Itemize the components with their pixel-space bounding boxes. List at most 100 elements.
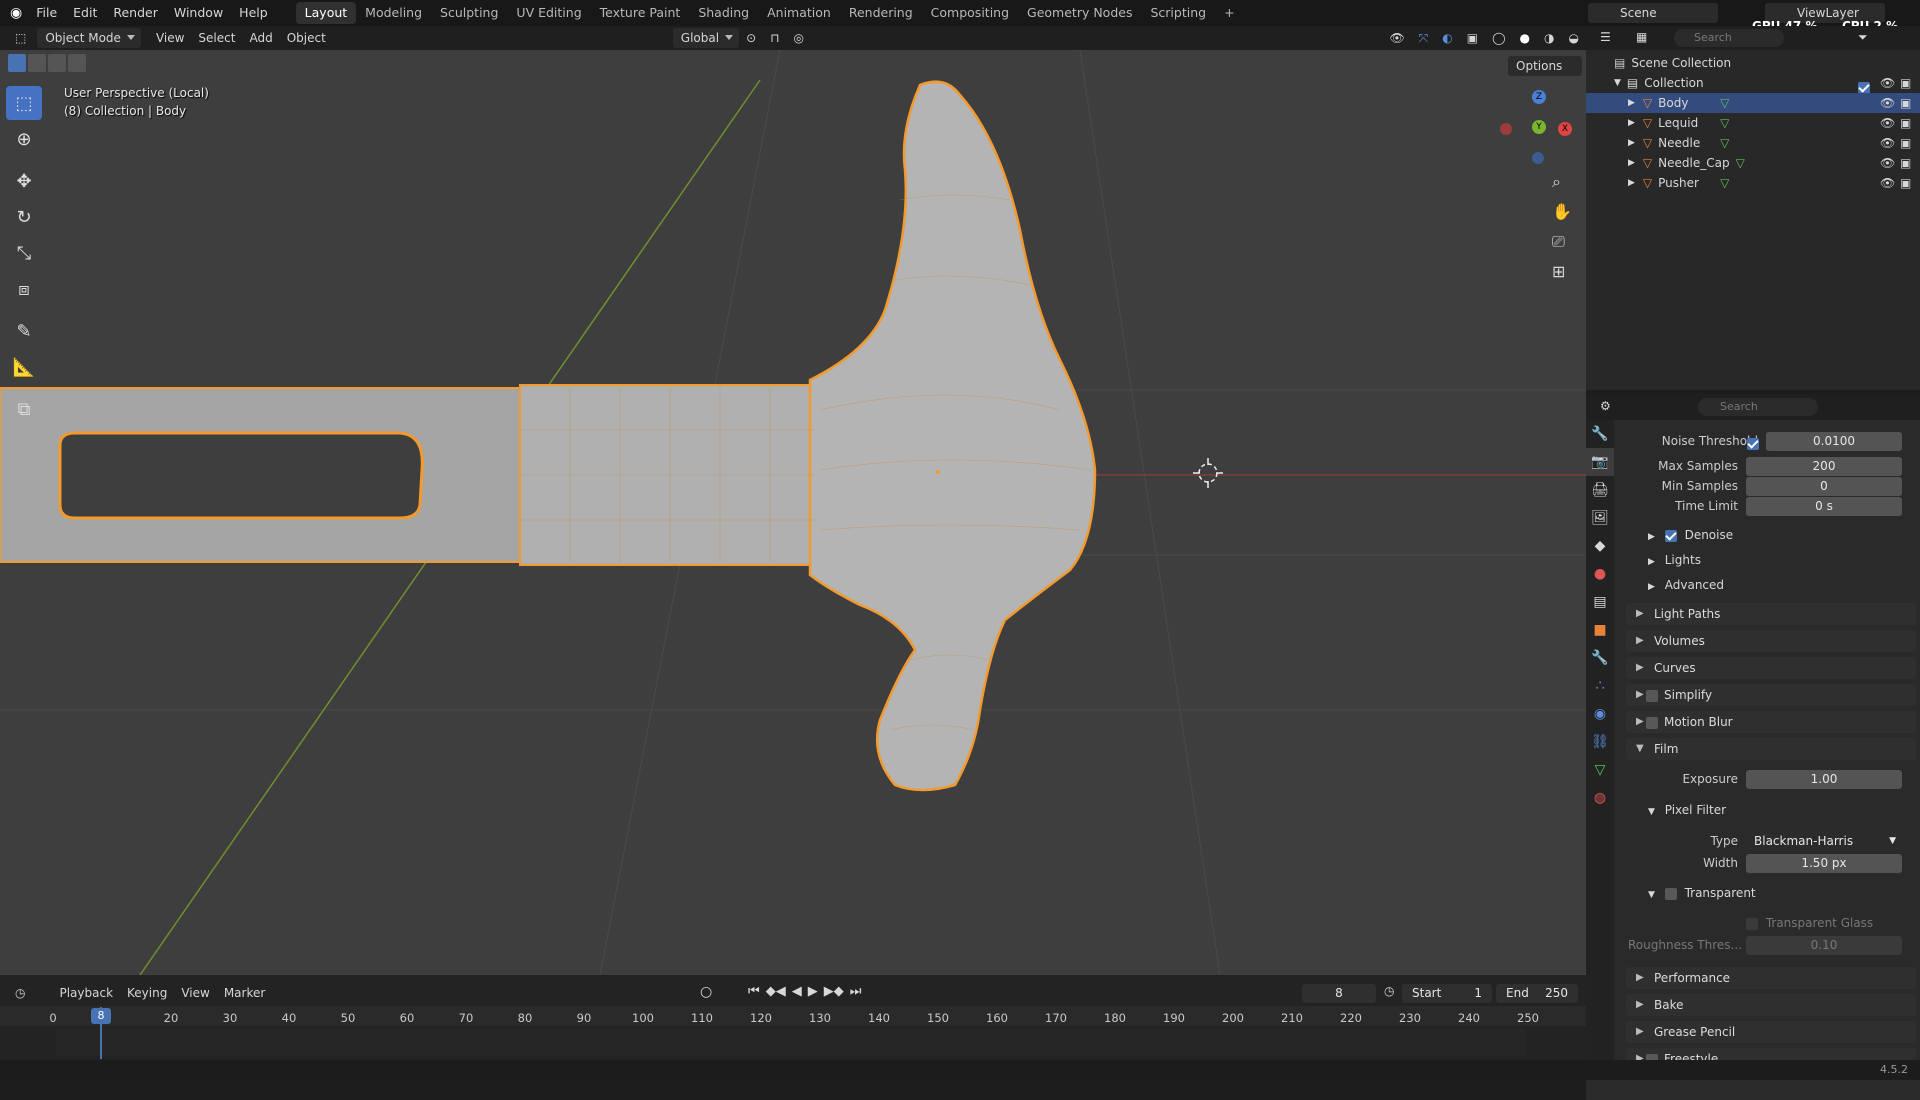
camera-icon[interactable]: ▣ — [1900, 73, 1911, 93]
proportional-edit-icon[interactable]: ◎ — [787, 28, 811, 48]
tab-modeling[interactable]: Modeling — [356, 2, 431, 24]
data-tab-icon[interactable]: ▽ — [1586, 756, 1614, 784]
annotate-tool-icon[interactable]: ✎ — [6, 314, 42, 348]
motion-blur-checkbox[interactable] — [1646, 716, 1658, 729]
playhead-frame-badge[interactable]: 8 — [91, 1008, 111, 1024]
visibility-icon[interactable]: 👁 — [1382, 28, 1411, 48]
roughness-threshold-field[interactable]: 0.10 — [1746, 936, 1902, 955]
select-mode-buttons[interactable] — [8, 54, 104, 72]
prev-keyframe-icon[interactable]: ◆◀ — [766, 984, 786, 999]
tab-geometry-nodes[interactable]: Geometry Nodes — [1018, 2, 1141, 24]
physics-tab-icon[interactable]: ◉ — [1586, 700, 1614, 728]
pan-hand-icon[interactable]: ✋ — [1552, 202, 1572, 221]
material-tab-icon[interactable]: ◍ — [1586, 784, 1614, 812]
xray-toggle-icon[interactable]: ▣ — [1460, 28, 1485, 48]
menu-playback[interactable]: Playback — [52, 983, 120, 1003]
select-subtract-icon[interactable] — [48, 54, 66, 72]
panel-film[interactable]: ▼ Film — [1626, 738, 1916, 760]
noise-threshold-field[interactable]: 0.0100 — [1766, 432, 1902, 451]
shading-solid-icon[interactable]: ● — [1513, 28, 1537, 48]
outliner-object-row[interactable]: ▶ ▽ Body ▽ 👁 ▣ — [1586, 93, 1920, 113]
camera-icon[interactable]: ▣ — [1900, 153, 1911, 173]
eye-icon[interactable]: 👁 — [1880, 73, 1895, 93]
menu-object[interactable]: Object — [280, 28, 333, 48]
panel-freestyle[interactable]: ▶ Freestyle — [1626, 1048, 1916, 1060]
tab-compositing[interactable]: Compositing — [922, 2, 1018, 24]
particles-tab-icon[interactable]: ∴ — [1586, 672, 1614, 700]
transparent-glass-row[interactable]: Transparent Glass — [1746, 916, 1873, 930]
rotate-tool-icon[interactable]: ↻ — [6, 200, 42, 234]
exposure-field[interactable]: 1.00 — [1746, 770, 1902, 789]
start-frame-field[interactable]: Start 1 — [1402, 984, 1492, 1003]
menu-timeline-view[interactable]: View — [174, 983, 216, 1003]
mesh-data-icon[interactable]: ▽ — [1720, 113, 1729, 133]
transparent-glass-checkbox[interactable] — [1746, 917, 1758, 930]
move-tool-icon[interactable]: ✥ — [6, 164, 42, 198]
properties-editor-icon[interactable]: ⚙ — [1600, 399, 1611, 413]
play-reverse-icon[interactable]: ◀ — [792, 984, 802, 999]
current-frame-field[interactable]: 8 — [1302, 984, 1376, 1003]
editor-type-icon[interactable]: ⬚ — [8, 28, 33, 48]
collection-tab-icon[interactable]: ▤ — [1586, 588, 1614, 616]
panel-bake[interactable]: ▶ Bake — [1626, 994, 1916, 1016]
transform-tool-icon[interactable]: ⧈ — [6, 272, 42, 306]
tab-rendering[interactable]: Rendering — [840, 2, 922, 24]
transparent-checkbox[interactable] — [1664, 887, 1677, 900]
timeline-editor-icon[interactable]: ◷ — [8, 983, 32, 1003]
time-limit-field[interactable]: 0 s — [1746, 497, 1902, 516]
menu-keying[interactable]: Keying — [120, 983, 174, 1003]
constraints-tab-icon[interactable]: ⛓ — [1586, 728, 1614, 756]
chevron-right-icon[interactable]: ▶ — [1628, 153, 1635, 173]
chevron-right-icon[interactable]: ▶ — [1628, 113, 1635, 133]
outliner-editor-icon[interactable]: ☰ — [1600, 30, 1611, 44]
tab-texture-paint[interactable]: Texture Paint — [591, 2, 690, 24]
autokey-icon[interactable]: ○ — [700, 984, 712, 1000]
tab-uv-editing[interactable]: UV Editing — [507, 2, 590, 24]
gizmo-z[interactable]: Z — [1532, 90, 1546, 104]
jump-start-icon[interactable]: ⏮ — [748, 984, 760, 999]
transparent-subpanel[interactable]: ▼ Transparent — [1648, 886, 1756, 900]
world-tab-icon[interactable]: ● — [1586, 560, 1614, 588]
select-extend-icon[interactable] — [28, 54, 46, 72]
filter-icon[interactable]: ⏷ — [1858, 30, 1868, 45]
panel-grease-pencil[interactable]: ▶ Grease Pencil — [1626, 1021, 1916, 1043]
orientation-dropdown[interactable]: Global — [672, 28, 740, 48]
mode-dropdown[interactable]: Object Mode — [37, 28, 141, 48]
jump-end-icon[interactable]: ⏭ — [850, 984, 862, 999]
filter-type-dropdown[interactable]: Blackman-Harris ▼ — [1746, 832, 1902, 851]
denoise-checkbox[interactable] — [1664, 529, 1677, 542]
select-box-tool-icon[interactable]: ⬚ — [6, 86, 42, 120]
scene-collection-row[interactable]: ▤ Scene Collection — [1586, 53, 1920, 73]
panel-light-paths[interactable]: ▶ Light Paths — [1626, 603, 1916, 625]
eye-icon[interactable]: 👁 — [1880, 133, 1895, 153]
preview-range-icon[interactable]: ◷ — [1384, 984, 1394, 998]
pivot-icon[interactable]: ⊙ — [739, 28, 763, 48]
outliner-object-row[interactable]: ▶ ▽ Needle_Cap ▽ 👁 ▣ — [1586, 153, 1920, 173]
gizmo-toggle-icon[interactable]: ⤧ — [1412, 28, 1436, 48]
add-workspace-button[interactable]: + — [1215, 2, 1243, 24]
chevron-right-icon[interactable]: ▶ — [1628, 173, 1635, 193]
object-tab-icon[interactable]: ■ — [1586, 616, 1614, 644]
camera-icon[interactable]: ▣ — [1900, 133, 1911, 153]
camera-icon[interactable]: ▣ — [1900, 173, 1911, 193]
filter-width-field[interactable]: 1.50 px — [1746, 854, 1902, 873]
noise-threshold-checkbox[interactable] — [1747, 436, 1759, 450]
end-frame-field[interactable]: End 250 — [1496, 984, 1578, 1003]
pixel-filter-subpanel[interactable]: ▼ Pixel Filter — [1648, 803, 1726, 817]
menu-view[interactable]: View — [149, 28, 191, 48]
advanced-subpanel[interactable]: ▶ Advanced — [1648, 578, 1724, 592]
outliner-search[interactable]: Search — [1674, 29, 1784, 47]
shading-rendered-icon[interactable]: ◒ — [1562, 28, 1586, 48]
max-samples-field[interactable]: 200 — [1746, 457, 1902, 476]
panel-performance[interactable]: ▶ Performance — [1626, 967, 1916, 989]
lights-subpanel[interactable]: ▶ Lights — [1648, 553, 1701, 567]
shading-wireframe-icon[interactable]: ◯ — [1485, 28, 1512, 48]
camera-icon[interactable]: ▣ — [1900, 113, 1911, 133]
tab-layout[interactable]: Layout — [295, 2, 357, 24]
panel-simplify[interactable]: ▶ Simplify — [1626, 684, 1916, 706]
render-tab-icon[interactable]: 📷 — [1586, 448, 1614, 476]
menu-add[interactable]: Add — [242, 28, 279, 48]
menu-render[interactable]: Render — [105, 0, 166, 26]
scene-tab-icon[interactable]: ◆ — [1586, 532, 1614, 560]
menu-edit[interactable]: Edit — [65, 0, 105, 26]
